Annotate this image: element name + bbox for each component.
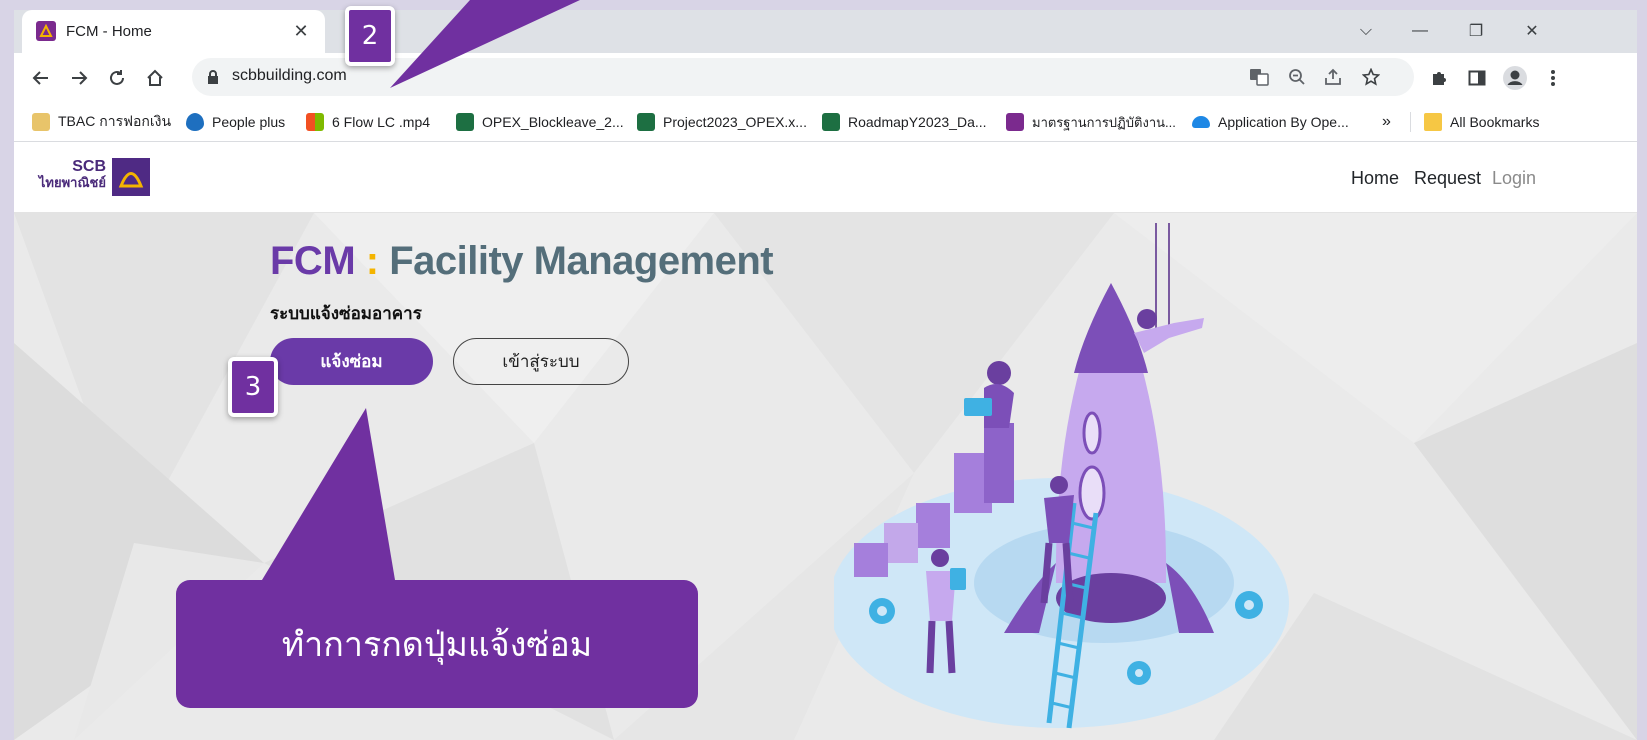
step-2-badge: 2 — [345, 6, 395, 66]
instruction-callout: ทำการกดปุ่มแจ้งซ่อม — [176, 580, 698, 708]
step-3-badge: 3 — [228, 357, 278, 417]
